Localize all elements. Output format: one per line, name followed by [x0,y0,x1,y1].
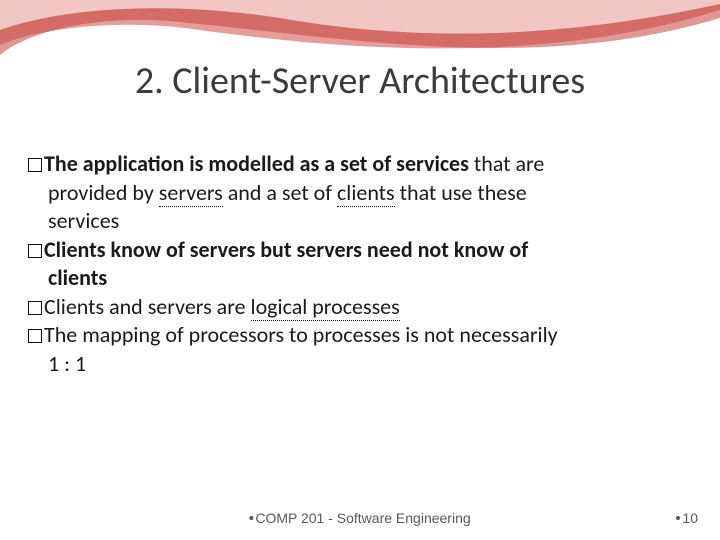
bullet-1-rest-b: provided by [48,179,159,206]
bullet-2-bold-a: Clients know of servers but servers need… [44,236,528,263]
bullet-1-line-3: services [28,207,692,235]
footer-page-number: 10 [676,510,698,526]
bullet-1-line-2: provided by servers and a set of clients… [28,179,692,207]
footer-page-text: 10 [682,510,698,526]
slide-title: 2. Client-Server Architectures [0,58,720,104]
bullet-box-icon [28,158,42,172]
bullet-2-bold-b: clients [48,264,107,291]
bullet-3-plain: Clients and servers are [44,293,251,320]
bullet-box-icon [28,301,42,315]
bullet-2-line-2: clients [28,264,692,292]
bullet-4-b: 1 : 1 [48,350,86,377]
bullet-box-icon [28,329,42,343]
bullet-1-rest-a: that are [469,150,544,177]
bullet-3-underline: logical processes [251,293,400,321]
bullet-4-a: The mapping of processors to processes i… [44,321,558,348]
footer-course-text: COMP 201 - Software Engineering [255,510,470,526]
bullet-dot-icon [249,516,253,520]
slide-body: The application is modelled as a set of … [28,150,692,378]
bullet-1-rest-e: services [48,207,119,234]
bullet-4-line-1: The mapping of processors to processes i… [28,321,692,349]
bullet-1-line-1: The application is modelled as a set of … [28,150,692,178]
bullet-1-bold: The application is modelled as a set of … [44,150,469,177]
bullet-4-line-2: 1 : 1 [28,350,692,378]
bullet-1-rest-c: and a set of [223,179,337,206]
footer-course: COMP 201 - Software Engineering [249,510,470,526]
bullet-1-rest-d: that use these [395,179,527,206]
bullet-1-underline-clients: clients [337,179,395,207]
bullet-dot-icon [676,516,680,520]
bullet-box-icon [28,244,42,258]
bullet-1-underline-servers: servers [159,179,223,207]
bullet-3: Clients and servers are logical processe… [28,293,692,321]
bullet-2-line-1: Clients know of servers but servers need… [28,236,692,264]
